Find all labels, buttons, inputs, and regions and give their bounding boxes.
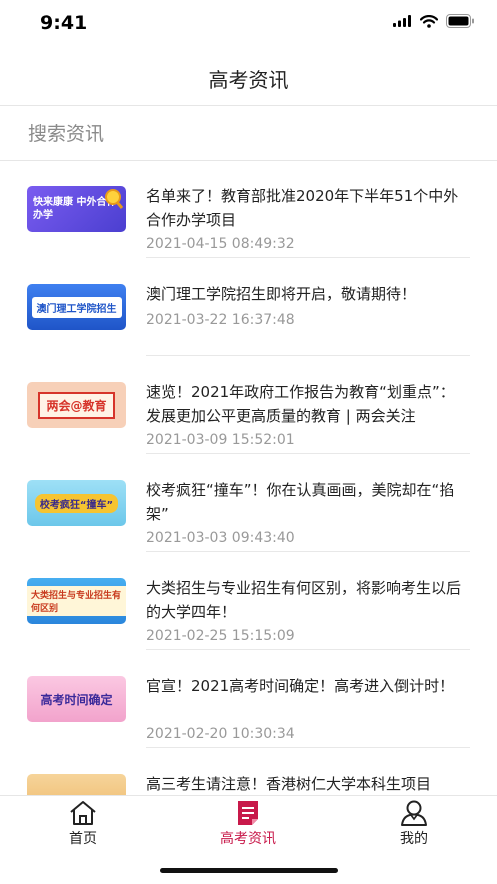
news-thumbnail: 大类招生与专业招生有何区别 [27,578,126,624]
user-icon [401,800,427,826]
news-title: 官宣！2021高考时间确定！高考进入倒计时！ [146,677,455,695]
news-time: 2021-02-20 10:30:34 [146,726,295,742]
tab-home[interactable]: 首页 [23,800,143,850]
battery-icon [446,14,474,28]
thumbnail-caption: 澳门理工学院招生 [31,296,122,318]
news-title: 速览！2021年政府工作报告为教育“划重点”：发展更加公平更高质量的教育 | 两… [146,383,455,425]
news-item[interactable]: 快来康康 中外合作办学 名单来了！教育部批准2020年下半年51个中外合作办学项… [0,160,497,258]
news-title: 高三考生请注意！香港树仁大学本科生项目 [146,775,432,793]
news-time: 2021-03-22 16:37:48 [146,312,295,328]
status-time: 9:41 [40,12,88,34]
magnifier-icon [105,189,124,209]
article-icon [238,801,258,825]
search-bar [0,106,497,161]
news-thumbnail: 高考时间确定 [27,676,126,722]
news-thumbnail: 快来康康 中外合作办学 [27,186,126,232]
news-item[interactable]: 高考时间确定 官宣！2021高考时间确定！高考进入倒计时！ 2021-02-20… [0,650,497,748]
thumbnail-caption: 校考疯狂“撞车” [34,493,119,513]
thumbnail-caption: 高考时间确定 [40,692,113,707]
tab-label: 首页 [69,831,97,847]
news-time: 2021-04-15 08:49:32 [146,236,295,252]
news-thumbnail: 澳门理工学院招生 [27,284,126,330]
thumbnail-caption: 两会@教育 [38,391,115,419]
tab-news[interactable]: 高考资讯 [188,800,308,850]
news-item[interactable]: 高三考生请注意！香港树仁大学本科生项目 [0,748,497,795]
nav-bar: 高考资讯 [0,48,497,106]
news-thumbnail: 两会@教育 [27,382,126,428]
search-input[interactable] [26,118,470,150]
news-time: 2021-03-09 15:52:01 [146,432,295,448]
page-title: 高考资讯 [208,68,289,92]
tab-label: 我的 [400,831,428,847]
status-bar: 9:41 [0,0,497,48]
home-icon [70,801,96,825]
news-title: 澳门理工学院招生即将开启，敬请期待！ [146,285,417,303]
tab-label: 高考资讯 [220,831,276,847]
news-title: 名单来了！教育部批准2020年下半年51个中外合作办学项目 [146,187,459,229]
news-thumbnail: 校考疯狂“撞车” [27,480,126,526]
thumbnail-caption: 大类招生与专业招生有何区别 [27,586,126,616]
news-item[interactable]: 澳门理工学院招生 澳门理工学院招生即将开启，敬请期待！ 2021-03-22 1… [0,258,497,356]
news-title: 校考疯狂“撞车”！你在认真画画，美院却在“掐架” [146,481,455,523]
home-indicator[interactable] [160,868,338,873]
wifi-icon [420,14,438,28]
news-time: 2021-03-03 09:43:40 [146,530,295,546]
news-item[interactable]: 大类招生与专业招生有何区别 大类招生与专业招生有何区别，将影响考生以后的大学四年… [0,552,497,650]
news-item[interactable]: 校考疯狂“撞车” 校考疯狂“撞车”！你在认真画画，美院却在“掐架” 2021-0… [0,454,497,552]
news-list: 快来康康 中外合作办学 名单来了！教育部批准2020年下半年51个中外合作办学项… [0,160,497,795]
news-thumbnail [27,774,126,795]
tab-profile[interactable]: 我的 [354,800,474,850]
news-item[interactable]: 两会@教育 速览！2021年政府工作报告为教育“划重点”：发展更加公平更高质量的… [0,356,497,454]
status-icons [393,14,475,28]
signal-icon [393,15,411,27]
news-time: 2021-02-25 15:15:09 [146,628,295,644]
news-title: 大类招生与专业招生有何区别，将影响考生以后的大学四年！ [146,579,462,621]
